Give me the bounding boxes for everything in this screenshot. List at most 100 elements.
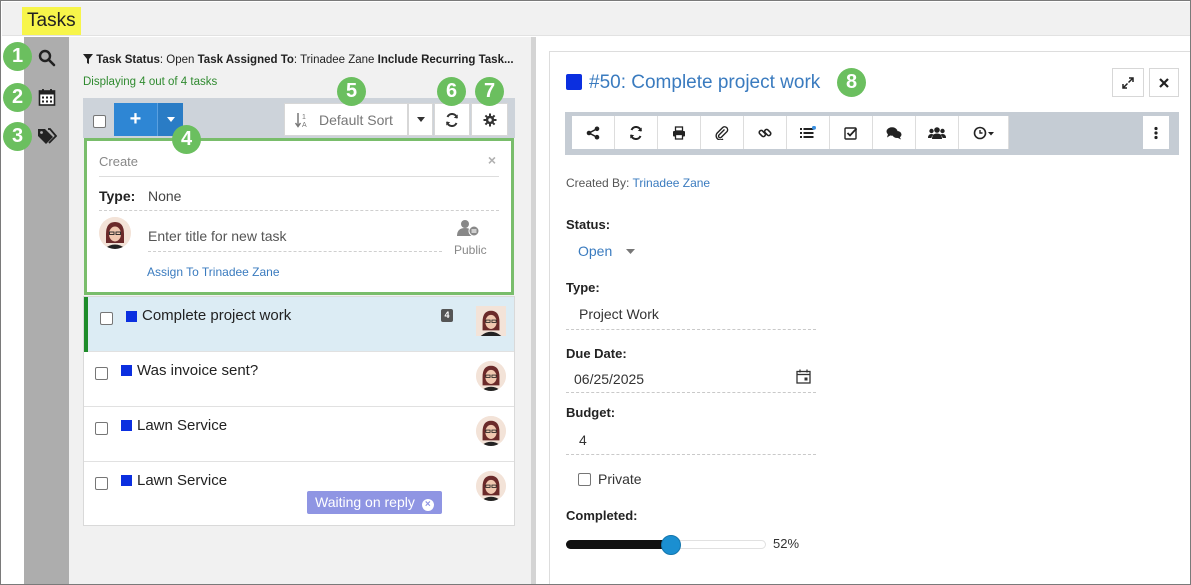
- public-icon[interactable]: [457, 219, 487, 239]
- budget-label: Budget:: [566, 405, 616, 420]
- create-title: Create: [99, 154, 139, 169]
- task-color-swatch: [121, 420, 132, 431]
- task-checkbox[interactable]: [95, 367, 108, 380]
- close-button[interactable]: [1149, 68, 1179, 97]
- link-button[interactable]: [744, 116, 787, 149]
- users-icon: [928, 126, 946, 139]
- filter-label-status: Task Status: [96, 54, 160, 66]
- gear-icon: [483, 113, 496, 126]
- task-color-swatch: [121, 475, 132, 486]
- checklist-button[interactable]: [787, 116, 830, 149]
- attachment-button[interactable]: [701, 116, 744, 149]
- due-date-input[interactable]: 06/25/2025: [574, 371, 644, 387]
- filter-icon: [83, 54, 93, 67]
- task-detail-toolbar: [565, 112, 1179, 155]
- sort-label: Default Sort: [319, 111, 393, 128]
- checkbox-icon: [844, 126, 858, 140]
- more-button[interactable]: [1143, 116, 1169, 149]
- tag-chip[interactable]: Waiting on reply ×: [307, 491, 442, 514]
- callout-1: 1: [3, 42, 32, 71]
- filter-summary[interactable]: Task Status: Open Task Assigned To: Trin…: [83, 54, 514, 67]
- filter-value-assigned: : Trinadee Zane: [293, 54, 378, 66]
- divider: [566, 392, 816, 393]
- type-value[interactable]: Project Work: [579, 306, 659, 322]
- type-label: Type:: [566, 280, 600, 295]
- top-bar: Tasks: [2, 2, 1190, 36]
- task-checkbox[interactable]: [100, 312, 113, 325]
- task-list: Complete project work 4 Was invoice sent…: [83, 296, 515, 526]
- search-icon[interactable]: [35, 46, 59, 70]
- status-label: Status:: [566, 217, 611, 232]
- task-row[interactable]: Was invoice sent?: [84, 352, 514, 407]
- task-title: Was invoice sent?: [137, 362, 259, 379]
- filter-label-recurring: Include Recurring Task...: [377, 54, 514, 66]
- new-task-button[interactable]: +: [114, 103, 157, 136]
- created-by-label: Created By:: [566, 176, 630, 190]
- type-label: Type:: [99, 188, 136, 204]
- completed-value: 52%: [773, 536, 800, 551]
- comments-button[interactable]: [873, 116, 916, 149]
- refresh-button[interactable]: [615, 116, 658, 149]
- users-button[interactable]: [916, 116, 959, 149]
- expand-button[interactable]: [1112, 68, 1144, 97]
- private-label: Private: [598, 471, 642, 487]
- link-icon: [758, 128, 772, 137]
- type-select[interactable]: None: [148, 188, 181, 204]
- sort-button[interactable]: 1A Default Sort: [284, 103, 408, 136]
- filter-label-assigned: Task Assigned To: [197, 54, 294, 66]
- status-select[interactable]: Open: [578, 243, 636, 259]
- divider: [566, 329, 816, 330]
- close-icon[interactable]: ×: [488, 152, 496, 168]
- sort-dropdown[interactable]: [408, 103, 433, 136]
- task-checkbox[interactable]: [95, 477, 108, 490]
- avatar: [476, 471, 506, 501]
- print-button[interactable]: [658, 116, 701, 149]
- task-checkbox[interactable]: [95, 422, 108, 435]
- calendar-icon[interactable]: [35, 85, 59, 109]
- refresh-button[interactable]: [434, 103, 470, 136]
- share-button[interactable]: [572, 116, 615, 149]
- tag-label: Waiting on reply: [315, 494, 415, 510]
- callout-4: 4: [172, 125, 201, 154]
- remove-tag-icon[interactable]: ×: [421, 499, 434, 511]
- attachment-icon: [715, 125, 729, 140]
- count-badge: 4: [441, 309, 453, 322]
- display-count: Displaying 4 out of 4 tasks: [83, 76, 218, 88]
- svg-text:A: A: [302, 122, 307, 128]
- task-row[interactable]: Complete project work 4: [84, 297, 514, 352]
- budget-input[interactable]: 4: [579, 432, 587, 448]
- task-detail-title[interactable]: #50: Complete project work: [589, 72, 820, 94]
- checkbox-button[interactable]: [830, 116, 873, 149]
- callout-6: 6: [437, 77, 466, 106]
- sort-icon: 1A: [295, 112, 307, 128]
- chevron-down-icon: [166, 117, 175, 122]
- refresh-icon: [446, 112, 458, 127]
- app-title: Tasks: [22, 7, 81, 35]
- calendar-icon[interactable]: [796, 369, 812, 385]
- callout-5: 5: [337, 77, 366, 106]
- created-by: Created By: Trinadee Zane: [566, 176, 710, 190]
- task-row[interactable]: Lawn Service: [84, 407, 514, 462]
- created-by-link[interactable]: Trinadee Zane: [633, 176, 711, 190]
- completed-slider-handle[interactable]: [661, 535, 681, 555]
- task-row[interactable]: Lawn Service: [84, 462, 514, 525]
- more-icon: [1154, 126, 1158, 139]
- settings-button[interactable]: [471, 103, 508, 136]
- callout-7: 7: [475, 77, 504, 106]
- clock-button[interactable]: [959, 116, 1009, 149]
- completed-slider-track[interactable]: [566, 535, 766, 555]
- select-all-checkbox[interactable]: [93, 115, 106, 128]
- print-icon: [673, 125, 685, 140]
- assign-link[interactable]: Assign To Trinadee Zane: [147, 265, 280, 279]
- status-value: Open: [578, 243, 613, 259]
- clock-icon: [973, 126, 994, 139]
- task-title: Lawn Service: [137, 417, 228, 434]
- callout-2: 2: [3, 83, 32, 112]
- selected-indicator: [84, 297, 88, 352]
- divider: [99, 176, 499, 177]
- task-title-input[interactable]: Enter title for new task: [148, 228, 287, 244]
- tags-icon[interactable]: [35, 124, 59, 148]
- callout-rail: [2, 37, 24, 584]
- avatar: [476, 361, 506, 391]
- private-checkbox[interactable]: [578, 473, 591, 486]
